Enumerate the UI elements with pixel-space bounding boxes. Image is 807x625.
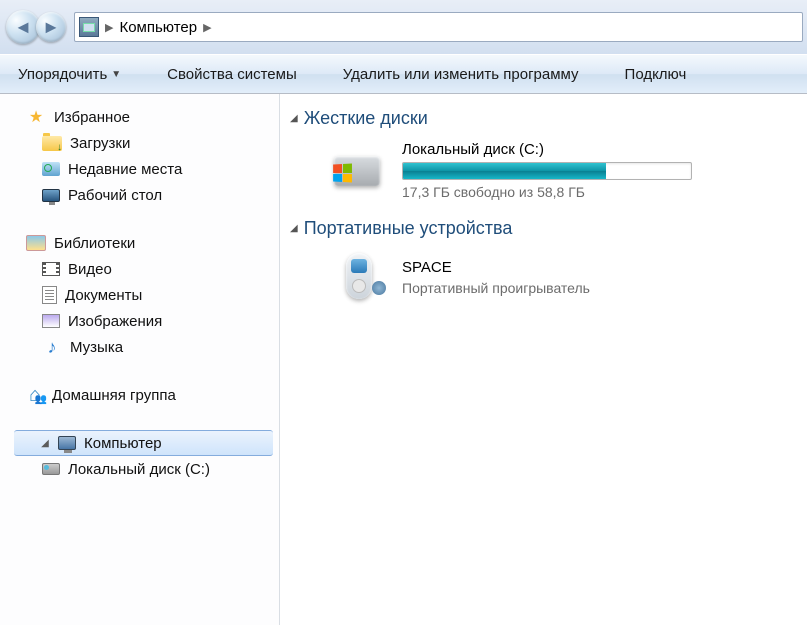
group-portable-devices: ◢ Портативные устройства SPACE Портативн…: [280, 218, 807, 307]
nav-favorites[interactable]: Избранное: [0, 104, 279, 130]
nav-local-disk-c[interactable]: Локальный диск (C:): [0, 456, 279, 482]
recent-icon: [42, 162, 60, 176]
address-bar: ◄ ► ▶ Компьютер ▶: [0, 0, 807, 54]
nav-libraries[interactable]: Библиотеки: [0, 230, 279, 256]
group-header-hdd[interactable]: ◢ Жесткие диски: [280, 108, 807, 129]
music-icon: [42, 337, 62, 357]
disk-usage-bar: [402, 162, 692, 180]
computer-icon: [79, 17, 99, 37]
drive-local-c[interactable]: Локальный диск (C:) 17,3 ГБ свободно из …: [280, 137, 807, 204]
computer-icon: [58, 436, 76, 450]
libraries-section: Библиотеки Видео Документы Изображения М…: [0, 230, 279, 360]
forward-button[interactable]: ►: [36, 12, 66, 42]
drive-free-text: 17,3 ГБ свободно из 58,8 ГБ: [402, 184, 692, 200]
system-properties-button[interactable]: Свойства системы: [159, 62, 305, 87]
nav-buttons: ◄ ►: [6, 10, 66, 44]
group-header-portable[interactable]: ◢ Портативные устройства: [280, 218, 807, 239]
chevron-down-icon: ▼: [111, 69, 121, 80]
disk-usage-fill: [403, 163, 606, 179]
disclosure-triangle-icon[interactable]: ◢: [40, 438, 50, 448]
device-name: SPACE: [402, 259, 590, 276]
homegroup-section: Домашняя группа: [0, 382, 279, 408]
file-list-pane: ◢ Жесткие диски Локальный диск (C:) 17,3…: [280, 94, 807, 625]
nav-downloads[interactable]: Загрузки: [0, 130, 279, 156]
organize-button[interactable]: Упорядочить ▼: [10, 62, 129, 87]
chevron-right-icon[interactable]: ▶: [203, 21, 211, 34]
chevron-right-icon[interactable]: ▶: [105, 21, 113, 34]
nav-homegroup[interactable]: Домашняя группа: [0, 382, 279, 408]
back-button[interactable]: ◄: [6, 10, 40, 44]
star-icon: [26, 107, 46, 127]
uninstall-program-button[interactable]: Удалить или изменить программу: [335, 62, 587, 87]
computer-section: ◢ Компьютер Локальный диск (C:): [0, 430, 279, 482]
video-icon: [42, 262, 60, 276]
nav-desktop[interactable]: Рабочий стол: [0, 182, 279, 208]
breadcrumb-bar[interactable]: ▶ Компьютер ▶: [74, 12, 803, 42]
nav-music[interactable]: Музыка: [0, 334, 279, 360]
nav-computer[interactable]: ◢ Компьютер: [14, 430, 273, 456]
hdd-icon: [42, 463, 60, 475]
device-space[interactable]: SPACE Портативный проигрыватель: [280, 247, 807, 307]
media-player-icon: [332, 251, 388, 303]
desktop-icon: [42, 189, 60, 202]
homegroup-icon: [26, 387, 44, 403]
command-bar: Упорядочить ▼ Свойства системы Удалить и…: [0, 54, 807, 94]
drive-name: Локальный диск (C:): [402, 141, 692, 158]
group-hard-disks: ◢ Жесткие диски Локальный диск (C:) 17,3…: [280, 108, 807, 204]
device-meta: SPACE Портативный проигрыватель: [402, 259, 590, 296]
downloads-icon: [42, 136, 62, 151]
navigation-pane: Избранное Загрузки Недавние места Рабочи…: [0, 94, 280, 625]
favorites-section: Избранное Загрузки Недавние места Рабочи…: [0, 104, 279, 208]
collapse-triangle-icon[interactable]: ◢: [290, 223, 298, 234]
hdd-large-icon: [332, 145, 388, 197]
document-icon: [42, 286, 57, 304]
device-type: Портативный проигрыватель: [402, 280, 590, 296]
pictures-icon: [42, 314, 60, 328]
connect-button[interactable]: Подключ: [617, 62, 695, 87]
breadcrumb-location[interactable]: Компьютер: [119, 19, 197, 36]
collapse-triangle-icon[interactable]: ◢: [290, 113, 298, 124]
drive-meta: Локальный диск (C:) 17,3 ГБ свободно из …: [402, 141, 692, 200]
nav-pictures[interactable]: Изображения: [0, 308, 279, 334]
nav-videos[interactable]: Видео: [0, 256, 279, 282]
explorer-content: Избранное Загрузки Недавние места Рабочи…: [0, 94, 807, 625]
libraries-icon: [26, 235, 46, 251]
organize-label: Упорядочить: [18, 66, 107, 83]
nav-recent[interactable]: Недавние места: [0, 156, 279, 182]
nav-documents[interactable]: Документы: [0, 282, 279, 308]
